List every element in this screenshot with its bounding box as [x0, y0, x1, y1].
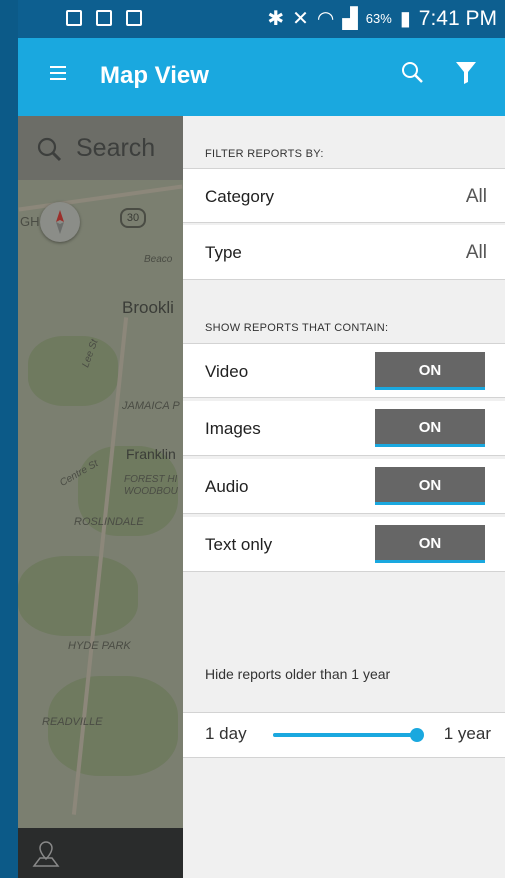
slider-max-label: 1 year: [443, 724, 491, 743]
signal-icon: ▟: [342, 8, 358, 30]
compass-icon: [56, 210, 64, 234]
status-right: ✱ ✕ ◠ ▟ 63% ▮ 7:41 PM: [267, 6, 497, 31]
map-label: Brookli: [122, 298, 174, 317]
search-icon[interactable]: [400, 60, 424, 84]
audio-label: Audio: [205, 477, 249, 496]
map-park-area: [28, 336, 118, 406]
map-label: JAMAICA P: [122, 400, 180, 412]
mute-icon: ✕: [292, 8, 309, 30]
map-search-input[interactable]: Search: [76, 134, 155, 163]
toggle-row-audio: Audio ON: [183, 459, 505, 514]
compass-button[interactable]: [40, 202, 80, 242]
type-value: All: [465, 242, 487, 263]
hide-reports-text: Hide reports older than 1 year: [205, 666, 391, 682]
images-label: Images: [205, 419, 261, 438]
gallery-notification-icon: [66, 10, 82, 26]
battery-percent: 63%: [365, 11, 392, 26]
toggle-row-images: Images ON: [183, 401, 505, 456]
hamburger-menu-icon[interactable]: [50, 66, 66, 80]
age-slider-fill: [273, 733, 417, 737]
audio-toggle[interactable]: ON: [375, 467, 485, 505]
bluetooth-icon: ✱: [267, 8, 285, 30]
map-label: ROSLINDALE: [74, 516, 144, 528]
text-only-label: Text only: [205, 535, 273, 554]
document-notification-icon: [126, 10, 142, 26]
map-search-icon: [37, 137, 62, 162]
images-toggle[interactable]: ON: [375, 409, 485, 447]
map-label: Franklin: [126, 446, 176, 462]
toggle-row-text-only: Text only ON: [183, 517, 505, 572]
map-label: Beaco: [144, 254, 173, 265]
slider-min-label: 1 day: [205, 724, 247, 743]
route-shield: 30: [120, 208, 146, 228]
map-park-area: [18, 556, 138, 636]
text-only-toggle[interactable]: ON: [375, 525, 485, 563]
battery-icon: ▮: [399, 8, 411, 30]
type-row[interactable]: Type All: [183, 225, 505, 280]
toggle-row-video: Video ON: [183, 343, 505, 398]
map-label: FOREST HI: [124, 474, 178, 485]
age-slider-thumb[interactable]: [410, 728, 424, 742]
map-pin-icon[interactable]: [30, 838, 62, 870]
map-label: GH: [20, 214, 40, 229]
filter-icon[interactable]: [456, 62, 476, 84]
age-slider-row: 1 day 1 year: [183, 712, 505, 758]
video-toggle[interactable]: ON: [375, 352, 485, 390]
wifi-icon: ◠: [316, 8, 335, 30]
device-screen: ✱ ✕ ◠ ▟ 63% ▮ 7:41 PM Map View Search 30…: [18, 0, 505, 878]
map-bottom-bar: [18, 828, 183, 878]
map-label: HYDE PARK: [68, 640, 131, 652]
status-bar: ✱ ✕ ◠ ▟ 63% ▮ 7:41 PM: [18, 0, 505, 38]
status-notification-icons: [66, 10, 142, 26]
category-value: All: [465, 186, 487, 207]
category-row[interactable]: Category All: [183, 168, 505, 223]
map-label: READVILLE: [42, 716, 103, 728]
filter-section-header: FILTER REPORTS BY:: [205, 148, 324, 160]
video-label: Video: [205, 362, 249, 381]
filter-drawer: FILTER REPORTS BY: Category All Type All…: [183, 116, 505, 878]
map-search-bar[interactable]: Search: [18, 116, 183, 180]
map-background[interactable]: Search 30 GH Beaco Brookli Lee St JAMAIC…: [18, 116, 183, 828]
map-label: WOODBOU: [124, 486, 178, 497]
page-title: Map View: [100, 62, 209, 89]
age-slider-track[interactable]: [273, 728, 424, 742]
download-notification-icon: [96, 10, 112, 26]
contain-section-header: SHOW REPORTS THAT CONTAIN:: [205, 322, 389, 334]
type-label: Type: [205, 243, 242, 262]
app-bar: Map View: [18, 38, 505, 116]
category-label: Category: [205, 187, 274, 206]
clock: 7:41 PM: [418, 6, 497, 30]
